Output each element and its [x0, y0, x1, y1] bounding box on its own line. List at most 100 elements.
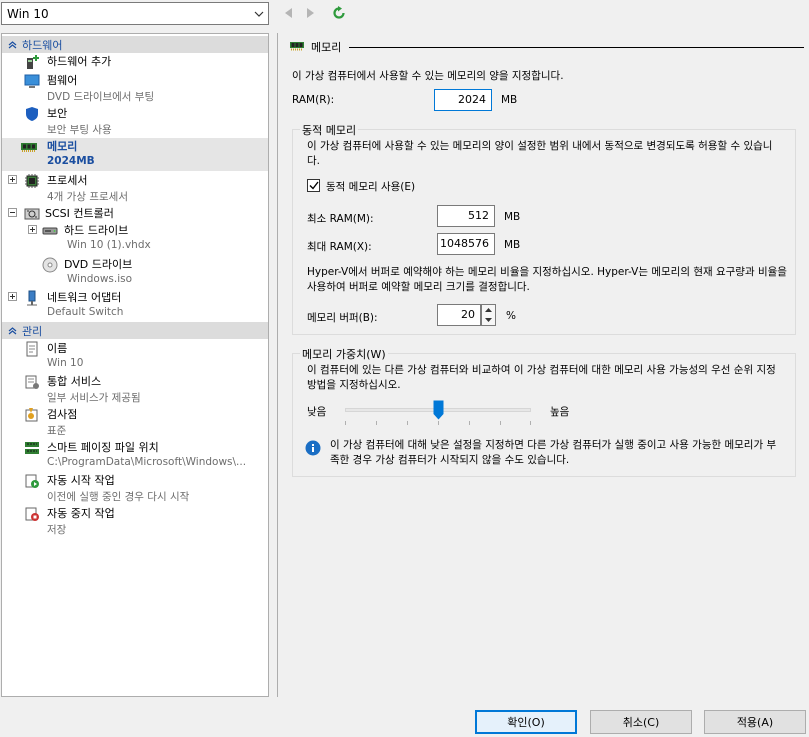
checkpoint-icon [24, 407, 40, 423]
auto-start-icon [24, 473, 40, 489]
expand-icon[interactable] [28, 225, 37, 234]
expand-icon[interactable] [8, 175, 17, 184]
tree-item-detail: Win 10 [47, 357, 84, 369]
buffer-input[interactable]: 20 [437, 304, 481, 326]
tree-item-detail: 이전에 실행 중인 경우 다시 시작 [47, 491, 190, 503]
category-hardware-label: 하드웨어 [22, 38, 63, 52]
collapse-chevron-icon [2, 326, 22, 335]
buffer-description: Hyper-V에서 버퍼로 예약해야 하는 메모리 비율을 지정하십시오. Hy… [307, 266, 787, 293]
slider-high-label: 높음 [550, 406, 570, 418]
tree-item-security[interactable]: 보안 보안 부팅 사용 [2, 105, 268, 138]
tree-item-detail: 4개 가상 프로세서 [47, 191, 128, 203]
buffer-spinner[interactable] [481, 304, 496, 326]
tree-item-detail: 저장 [47, 524, 67, 536]
tree-item-detail: 일부 서비스가 제공됨 [47, 392, 141, 404]
tree-item-label: 스마트 페이징 파일 위치 [47, 441, 159, 454]
tree-item-detail: Windows.iso [67, 273, 133, 285]
apply-button[interactable]: 적용(A) [704, 710, 806, 734]
slider-tick [345, 421, 346, 425]
refresh-icon[interactable] [332, 6, 346, 20]
tree-item-smart-paging[interactable]: 스마트 페이징 파일 위치 C:\ProgramData\Microsoft\W… [2, 439, 268, 472]
min-ram-label: 최소 RAM(M): [307, 213, 374, 225]
tree-item-auto-start[interactable]: 자동 시작 작업 이전에 실행 중인 경우 다시 시작 [2, 472, 268, 505]
slider-tick [530, 421, 531, 425]
vm-selector[interactable]: Win 10 [1, 2, 269, 25]
dynamic-memory-description: 이 가상 컴퓨터에 사용할 수 있는 메모리의 양이 설정한 범위 내에서 동적… [307, 140, 773, 167]
tree-item-label: 자동 중지 작업 [47, 507, 115, 520]
tree-item-integration-services[interactable]: 통합 서비스 일부 서비스가 제공됨 [2, 373, 268, 406]
memory-description: 이 가상 컴퓨터에서 사용할 수 있는 메모리의 양을 지정합니다. [292, 70, 564, 82]
memory-settings-pane: 메모리 이 가상 컴퓨터에서 사용할 수 있는 메모리의 양을 지정합니다. R… [277, 33, 809, 697]
add-hardware-icon [24, 54, 40, 70]
memory-weight-title: 메모리 가중치(W) [300, 346, 388, 362]
tree-item-label: 보안 [47, 107, 68, 120]
tree-item-name[interactable]: 이름 Win 10 [2, 340, 268, 373]
processor-icon [24, 173, 40, 189]
tree-item-label: DVD 드라이브 [64, 258, 133, 271]
expand-icon[interactable] [8, 292, 17, 301]
tree-item-firmware[interactable]: 펌웨어 DVD 드라이브에서 부팅 [2, 72, 268, 105]
tree-item-label: SCSI 컨트롤러 [45, 207, 114, 220]
slider-tick [500, 421, 501, 425]
slider-thumb[interactable] [433, 400, 444, 420]
tree-item-label: 네트워크 어댑터 [47, 291, 122, 304]
integration-services-icon [24, 374, 40, 390]
tree-item-auto-stop[interactable]: 자동 중지 작업 저장 [2, 505, 268, 538]
info-icon [305, 440, 321, 459]
tree-item-network-adapter[interactable]: 네트워크 어댑터 Default Switch [2, 289, 268, 322]
category-hardware[interactable]: 하드웨어 [2, 36, 268, 53]
section-title: 메모리 [311, 41, 342, 54]
slider-tick [438, 421, 439, 425]
slider-tick [376, 421, 377, 425]
tree-item-hard-drive[interactable]: 하드 드라이브 Win 10 (1).vhdx [2, 222, 268, 255]
memory-chip-icon [289, 41, 305, 54]
tree-item-detail: DVD 드라이브에서 부팅 [47, 91, 155, 103]
section-divider [349, 46, 804, 48]
tree-item-label: 펌웨어 [47, 74, 78, 87]
forward-arrow-icon[interactable] [304, 6, 316, 20]
memory-chip-icon [20, 141, 37, 157]
tree-item-detail: Default Switch [47, 306, 124, 318]
network-adapter-icon [24, 290, 40, 306]
firmware-icon [24, 73, 40, 89]
min-ram-input[interactable]: 512 [437, 205, 495, 227]
section-header: 메모리 [289, 40, 804, 54]
ram-input[interactable]: 2024 [434, 89, 492, 111]
auto-stop-icon [24, 506, 40, 522]
cancel-button[interactable]: 취소(C) [590, 710, 692, 734]
tree-item-label: 이름 [47, 342, 68, 355]
dvd-disc-icon [42, 257, 58, 273]
dynamic-memory-checkbox[interactable] [307, 179, 320, 192]
hard-drive-icon [42, 225, 58, 241]
scsi-controller-icon [24, 206, 40, 222]
tree-item-label: 하드웨어 추가 [47, 55, 112, 68]
ram-unit: MB [501, 94, 518, 106]
back-arrow-icon[interactable] [283, 6, 295, 20]
shield-icon [24, 106, 40, 122]
ok-button[interactable]: 확인(O) [475, 710, 577, 734]
tree-item-dvd-drive[interactable]: DVD 드라이브 Windows.iso [2, 256, 268, 289]
tree-item-checkpoints[interactable]: 검사점 표준 [2, 406, 268, 439]
tree-item-label: 하드 드라이브 [64, 224, 129, 237]
memory-weight-slider[interactable] [345, 399, 531, 427]
tree-item-detail: 보안 부팅 사용 [47, 124, 112, 136]
slider-tick [407, 421, 408, 425]
category-management[interactable]: 관리 [2, 322, 268, 339]
tree-item-label: 통합 서비스 [47, 375, 102, 388]
tree-item-label: 프로세서 [47, 174, 88, 187]
smart-paging-icon [24, 440, 40, 456]
max-ram-label: 최대 RAM(X): [307, 241, 372, 253]
spin-up-icon[interactable] [482, 305, 495, 315]
tree-item-processor[interactable]: 프로세서 4개 가상 프로세서 [2, 172, 268, 205]
buffer-unit: % [506, 310, 516, 322]
category-management-label: 관리 [22, 324, 43, 338]
slider-low-label: 낮음 [307, 406, 327, 418]
tree-item-memory[interactable]: 메모리 2024MB [2, 138, 268, 171]
settings-tree: 하드웨어 하드웨어 추가 펌웨어 DVD 드라이브에서 부팅 보안 보안 부팅 … [1, 33, 269, 697]
tree-item-label: 검사점 [47, 408, 78, 421]
tree-item-label: 메모리 [47, 140, 78, 153]
dynamic-memory-checkbox-label[interactable]: 동적 메모리 사용(E) [326, 179, 415, 194]
collapse-icon[interactable] [8, 208, 17, 217]
spin-down-icon[interactable] [482, 315, 495, 325]
max-ram-input[interactable]: 1048576 [437, 233, 495, 255]
